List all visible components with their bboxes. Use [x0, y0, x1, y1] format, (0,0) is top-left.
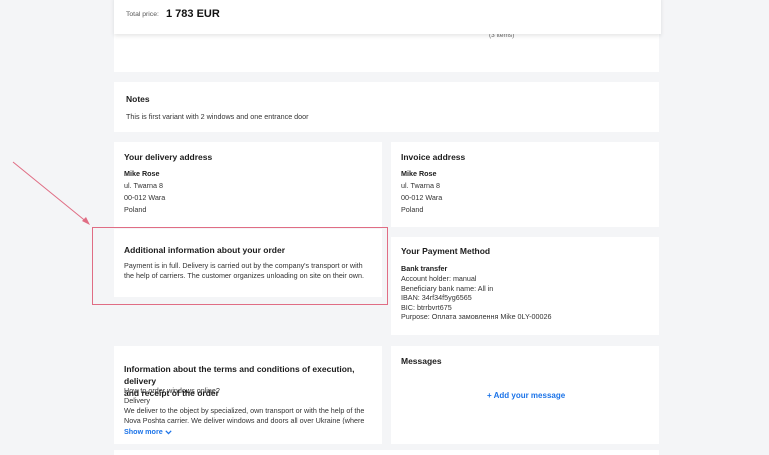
- invoice-address-card: Invoice address Mike Rose ul. Twarna 8 0…: [391, 142, 659, 227]
- order-items-card: (3 items): [114, 30, 659, 72]
- notes-card: Notes This is first variant with 2 windo…: [114, 82, 659, 132]
- notes-title: Notes: [126, 94, 150, 104]
- payment-iban: IBAN: 34rf34f5yg6565: [401, 293, 472, 303]
- invoice-country: Poland: [401, 205, 424, 214]
- delivery-name: Mike Rose: [124, 169, 160, 178]
- invoice-city: 00-012 Wara: [401, 193, 443, 202]
- invoice-address-title: Invoice address: [401, 152, 466, 162]
- terms-delivery-heading: Delivery: [124, 396, 150, 405]
- payment-method-name: Bank transfer: [401, 264, 448, 273]
- add-message-button[interactable]: + Add your message: [487, 391, 565, 400]
- invoice-name: Mike Rose: [401, 169, 437, 178]
- show-more-label: Show more: [124, 427, 163, 436]
- delivery-city: 00-012 Wara: [124, 193, 166, 202]
- invoice-street: ul. Twarna 8: [401, 181, 441, 190]
- annotation-highlight-box: [92, 227, 388, 305]
- messages-card: Messages + Add your message: [391, 346, 659, 444]
- messages-title: Messages: [401, 356, 442, 366]
- total-price-value: 1 783 EUR: [166, 8, 220, 20]
- terms-body-line1: We deliver to the object by specialized,…: [124, 406, 365, 415]
- delivery-address-title: Your delivery address: [124, 152, 213, 162]
- delivery-street: ul. Twarna 8: [124, 181, 164, 190]
- order-summary-page: Total price: 1 783 EUR (3 items) Notes T…: [0, 0, 769, 455]
- chevron-down-icon: [165, 427, 172, 436]
- delivery-address-card: Your delivery address Mike Rose ul. Twar…: [114, 142, 382, 227]
- terms-card: Information about the terms and conditio…: [114, 346, 382, 444]
- show-more-button[interactable]: Show more: [124, 427, 172, 436]
- bottom-card: [114, 450, 659, 455]
- payment-method-title: Your Payment Method: [401, 246, 491, 256]
- terms-question: How to order windows online?: [124, 386, 220, 395]
- terms-title-line1: Information about the terms and conditio…: [124, 364, 355, 386]
- notes-text: This is first variant with 2 windows and…: [126, 112, 309, 121]
- payment-holder: Account holder: manual: [401, 274, 477, 283]
- payment-bic: BIC: btrrbvrt675: [401, 302, 452, 312]
- payment-purpose: Purpose: Оплата замовлення Mike 0LY-0002…: [401, 312, 552, 322]
- payment-bank: Beneficiary bank name: All in: [401, 283, 494, 293]
- terms-body-line2: Nova Poshta carrier. We deliver windows …: [124, 416, 365, 424]
- total-price-card: Total price: 1 783 EUR: [114, 0, 661, 34]
- total-price-label: Total price:: [126, 11, 159, 18]
- payment-method-card: Your Payment Method Bank transfer Accoun…: [391, 237, 659, 335]
- delivery-country: Poland: [124, 205, 147, 214]
